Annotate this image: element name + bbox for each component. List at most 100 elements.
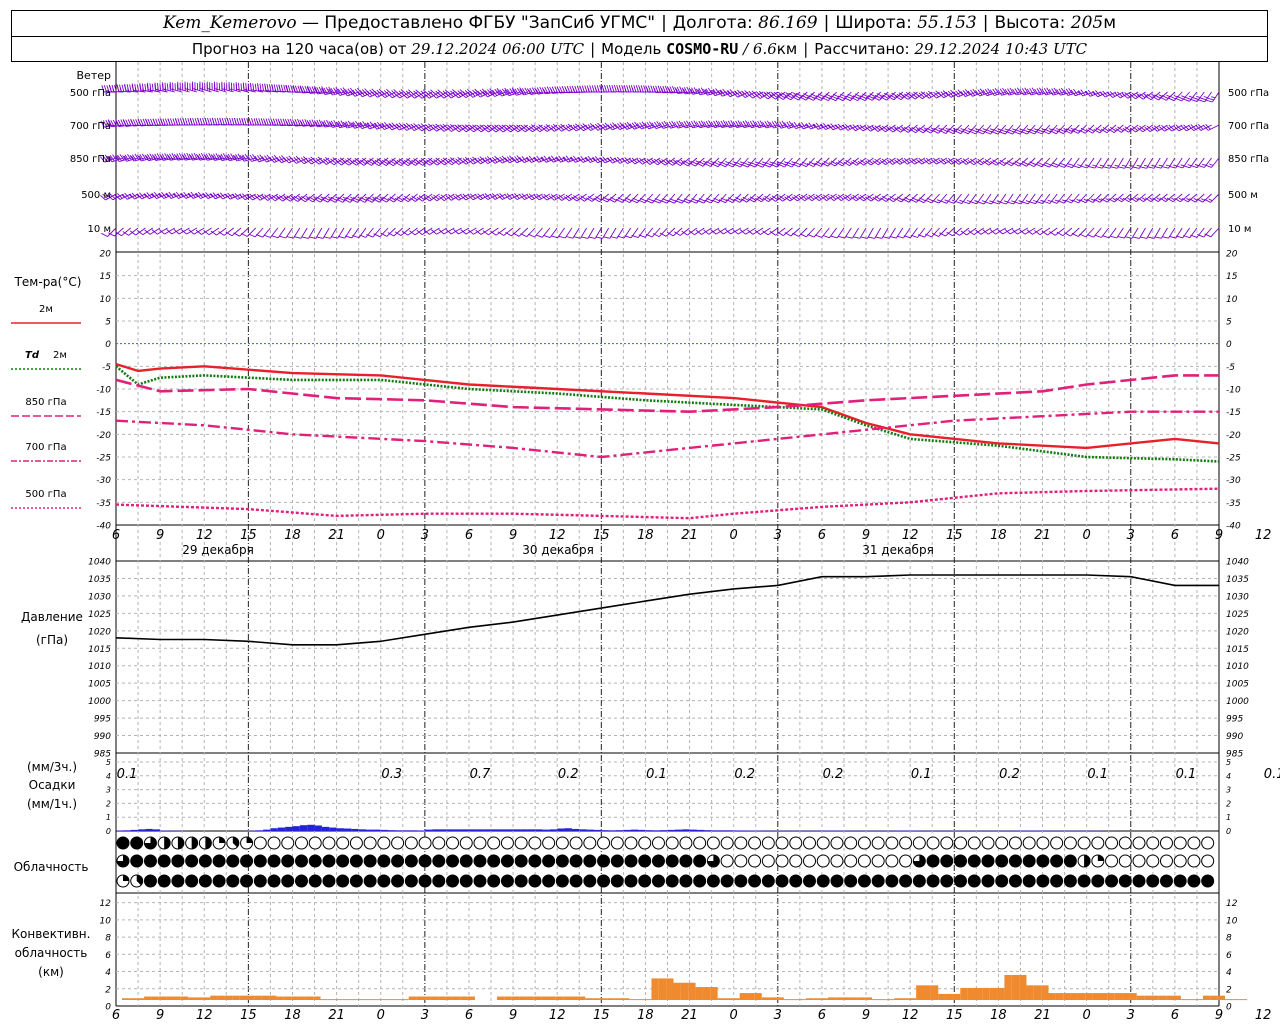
conv-cloud-bar bbox=[372, 999, 380, 1001]
cloud-cover-circle bbox=[761, 836, 775, 850]
temp-tick-left: -5 bbox=[102, 363, 111, 373]
cloud-cover-circle bbox=[446, 874, 460, 888]
cloud-cover-circle bbox=[1159, 874, 1173, 888]
pressure-unit: (гПа) bbox=[36, 633, 68, 647]
wind-barb bbox=[756, 157, 771, 168]
cloud-cover-circle bbox=[871, 874, 885, 888]
precip-bar bbox=[351, 828, 359, 831]
cloud-cover-circle bbox=[1132, 836, 1146, 850]
wind-barb bbox=[865, 91, 882, 101]
cloud-cover-circle bbox=[940, 854, 954, 868]
wind-barb bbox=[718, 193, 735, 204]
conv-cloud-bar bbox=[820, 998, 828, 1000]
cloud-cover-circle bbox=[748, 854, 762, 868]
conv-cloud-bar bbox=[504, 996, 512, 1000]
cloud-cover-circle bbox=[198, 836, 212, 850]
cloud-cover-circle bbox=[803, 836, 816, 850]
precip-bar bbox=[733, 830, 742, 831]
cloud-cover-circle bbox=[1118, 854, 1132, 868]
precip-bar bbox=[255, 830, 264, 831]
cloud-cover-circle bbox=[1077, 854, 1091, 868]
wind-barb bbox=[1004, 227, 1021, 235]
cloud-cover-circle bbox=[899, 836, 913, 850]
wind-barb bbox=[1087, 157, 1102, 169]
precip-tick-left: 1 bbox=[106, 813, 111, 822]
wind-barb bbox=[358, 193, 374, 203]
conv-cloud-bar bbox=[144, 996, 152, 1000]
conv-cloud-bar bbox=[857, 997, 865, 1000]
cloud-cover-circle bbox=[267, 836, 281, 850]
cloud-cover-circle bbox=[555, 836, 569, 850]
cloud-cover-circle bbox=[130, 836, 144, 850]
precip-bar bbox=[593, 829, 602, 831]
precip-bar bbox=[711, 830, 719, 831]
precip-bar bbox=[704, 830, 712, 831]
cloud-cover-circle bbox=[500, 854, 514, 868]
cloud-cover-circle bbox=[391, 836, 405, 850]
conv-cloud-bar bbox=[180, 996, 189, 1000]
temp-tick-left: 15 bbox=[100, 272, 112, 282]
conv-cloud-bar bbox=[791, 999, 799, 1001]
conv-cloud-bar bbox=[1239, 999, 1248, 1001]
pressure-tick-left: 990 bbox=[94, 732, 111, 742]
cloud-cover-circle bbox=[1132, 854, 1146, 868]
hour-tick-label-bottom: 0 bbox=[377, 1008, 385, 1023]
conv-cloud-bar bbox=[452, 996, 461, 1000]
cloud-cover-circle bbox=[885, 874, 899, 888]
temp-tick-left: -20 bbox=[96, 431, 111, 441]
pressure-tick-right: 1035 bbox=[1226, 575, 1249, 585]
cloud-cover-circle bbox=[185, 854, 199, 868]
conv-cloud-bar bbox=[1063, 993, 1071, 1000]
precip-bar bbox=[645, 830, 653, 831]
cloud-cover-circle bbox=[912, 854, 926, 868]
conv-cloud-bar bbox=[1210, 995, 1218, 1000]
wind-barb bbox=[345, 227, 360, 239]
pressure-tick-right: 1025 bbox=[1226, 610, 1249, 620]
hour-tick-label-bottom: 18 bbox=[990, 1008, 1007, 1023]
temp-legend-entry: 500 гПа bbox=[11, 489, 81, 509]
pressure-tick-right: 1030 bbox=[1226, 592, 1249, 602]
conv-cloud-bar bbox=[585, 998, 593, 1000]
conv-cloud-bar bbox=[1107, 993, 1115, 1000]
conv-cloud-bar bbox=[210, 995, 218, 1000]
pressure-tick-left: 995 bbox=[94, 715, 111, 725]
cloud-cover-circle bbox=[624, 854, 638, 868]
cloud-cover-circle bbox=[597, 836, 611, 850]
wind-barb bbox=[202, 192, 220, 200]
precip-bar bbox=[314, 825, 322, 831]
wind-barb bbox=[1027, 157, 1043, 168]
cloud-cover-circle bbox=[1187, 854, 1201, 868]
precip-bar bbox=[123, 830, 131, 831]
precip-3h-value: 0.2 bbox=[734, 767, 755, 782]
precip-bar bbox=[689, 829, 697, 831]
cloud-cover-circle bbox=[487, 836, 501, 850]
precip-tick-right: 1 bbox=[1226, 813, 1231, 822]
hour-tick-label: 21 bbox=[681, 528, 698, 543]
hour-tick-label-bottom: 6 bbox=[465, 1008, 473, 1023]
conv-cloud-bar bbox=[1217, 995, 1225, 1000]
conv-cloud-bar bbox=[960, 987, 968, 1000]
precip-bar bbox=[527, 829, 536, 831]
legend-label: 500 гПа bbox=[25, 489, 66, 500]
cloud-cover-circle bbox=[1159, 854, 1173, 868]
hour-tick-label: 15 bbox=[593, 528, 610, 543]
cloud-cover-circle bbox=[830, 854, 844, 868]
precip-bar bbox=[366, 829, 374, 831]
hour-tick-label-bottom: 12 bbox=[1255, 1008, 1272, 1023]
cloud-cover-circle bbox=[198, 854, 212, 868]
precip-bar bbox=[630, 829, 639, 831]
conv-cloud-bar bbox=[217, 995, 225, 1000]
cloud-cover-circle bbox=[322, 874, 336, 888]
precip-bar bbox=[498, 829, 506, 831]
wind-barb bbox=[961, 124, 977, 135]
cloud-cover-circle bbox=[1008, 836, 1022, 850]
cloud-cover-circle bbox=[432, 854, 446, 868]
cloud-cover-circle bbox=[116, 854, 130, 868]
cloud-cover-circle bbox=[363, 874, 377, 888]
cloud-cover-circle bbox=[1146, 874, 1160, 888]
cloud-cover-circle bbox=[391, 854, 405, 868]
hour-tick-label-bottom: 9 bbox=[156, 1008, 164, 1023]
wind-barb bbox=[1072, 157, 1087, 169]
conv-cloud-bar bbox=[423, 996, 431, 1000]
hour-tick-label: 15 bbox=[946, 528, 963, 543]
